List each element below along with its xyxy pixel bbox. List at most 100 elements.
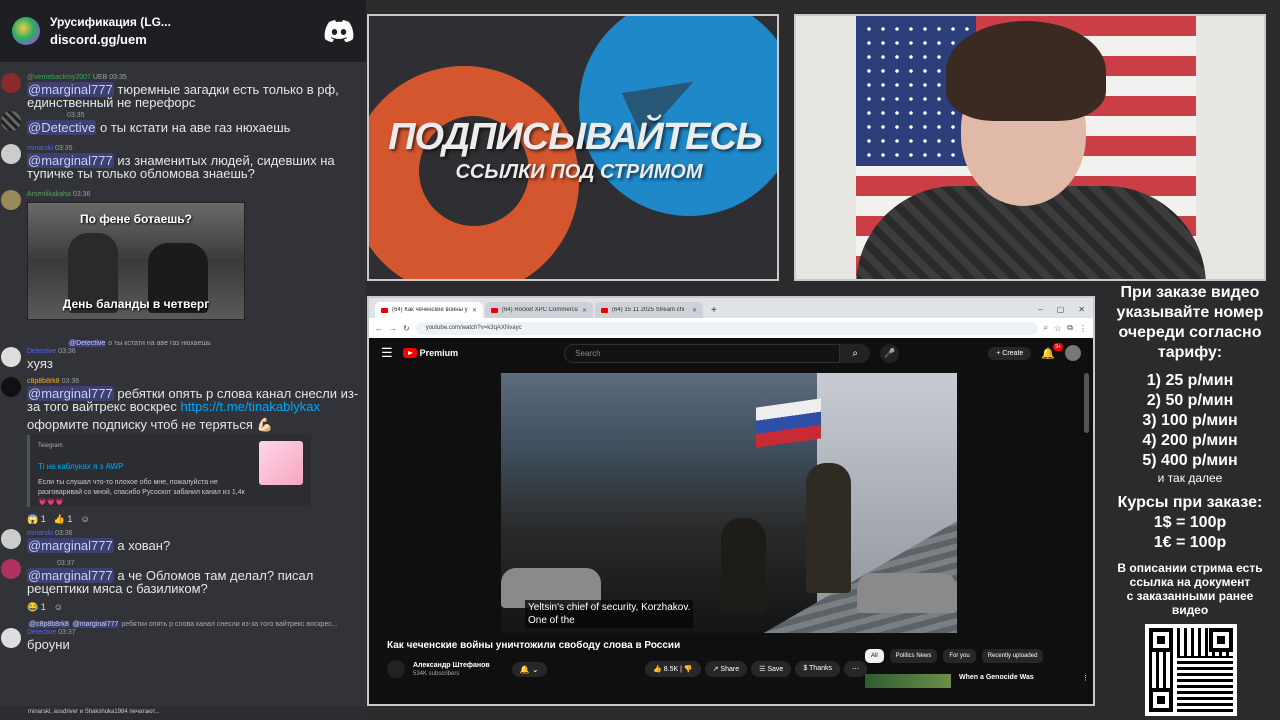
pricing-tier: 1) 25 р/мин — [1146, 372, 1234, 389]
reply-preview[interactable]: @Detective о ты кстати на аве газ нюхаеш… — [0, 340, 366, 347]
account-avatar[interactable] — [1065, 345, 1081, 361]
note-line: с заказанными ранее — [1126, 589, 1254, 603]
chip-politics-news[interactable]: Politics News — [889, 649, 938, 663]
reply-preview[interactable]: @c8p8b8rk8 @marginal777 ребятки опять р … — [0, 621, 366, 628]
username[interactable]: c8p8b8rk8 — [27, 378, 60, 385]
reaction-button[interactable]: 😱 1 — [27, 513, 46, 526]
add-reaction-icon[interactable]: ☺ — [80, 513, 89, 526]
gif-attachment[interactable]: По фене ботаешь? День баланды в четверг — [27, 202, 245, 320]
browser-tab[interactable]: (64) 15 11 2025 Stream chi ✕ — [595, 302, 703, 318]
subscribed-bell-button[interactable]: 🔔 ⌄ — [511, 661, 547, 677]
reply-mention[interactable]: @marginal777 — [71, 621, 120, 628]
user-badge: UEB — [92, 74, 108, 81]
avatar — [1, 529, 21, 549]
username[interactable]: Detective — [27, 629, 56, 636]
browser-tab[interactable]: (64) Rocket XPC Commercial ✕ — [485, 302, 593, 318]
video-player[interactable]: Yeltsin's chief of security, Korzhakov. … — [501, 373, 957, 633]
subscriber-count: 534K subscribers — [413, 670, 460, 677]
recommendation-chips: All Politics News For you Recently uploa… — [865, 649, 1044, 663]
telegram-link[interactable]: https://t.me/tinakablykax — [181, 399, 320, 414]
window-close-icon[interactable]: ✕ — [1078, 305, 1085, 314]
reactions: 😱 1 👍 1 ☺ — [27, 513, 362, 526]
username[interactable]: Detective — [27, 348, 56, 355]
chip-for-you[interactable]: For you — [943, 649, 976, 663]
qr-code — [1145, 624, 1237, 716]
thanks-label: Thanks — [809, 665, 832, 672]
username[interactable]: minarski — [27, 530, 53, 537]
timestamp: 03:36 — [72, 191, 91, 198]
chat-message: 03:37 @marginal777 а че Обломов там дела… — [0, 559, 366, 621]
back-icon[interactable]: ← — [375, 324, 383, 333]
username[interactable]: minarski — [27, 145, 53, 152]
reload-icon[interactable]: ↻ — [403, 324, 410, 333]
link-embed[interactable]: Telegram Ti на каблуках я з AWP Если ты … — [27, 435, 311, 507]
promo-headline: ПОДПИСЫВАЙТЕСЬ — [388, 116, 763, 158]
like-button[interactable]: 👍 8.5K | 👎 — [645, 661, 701, 677]
discord-banner: Урусификация (LG... discord.gg/uem — [0, 0, 366, 62]
chip-all[interactable]: All — [865, 649, 884, 663]
mention[interactable]: @marginal777 — [27, 538, 114, 553]
username[interactable]: @vemebackmy2007 — [27, 74, 91, 81]
username[interactable]: Arsenlikakaha — [27, 191, 71, 198]
pricing-tier: 3) 100 р/мин — [1142, 412, 1238, 429]
avatar — [1, 144, 21, 164]
microphone-icon[interactable]: 🎤 — [880, 343, 900, 363]
server-invite: discord.gg/uem — [50, 32, 147, 47]
chip-recently-uploaded[interactable]: Recently uploaded — [981, 649, 1044, 663]
save-button[interactable]: ☰ Save — [751, 661, 792, 677]
menu-dots-icon[interactable]: ⋮ — [1079, 324, 1087, 333]
menu-icon[interactable]: ☰ — [381, 345, 393, 361]
server-logo — [12, 17, 40, 45]
youtube-play-icon — [402, 348, 417, 358]
reaction-button[interactable]: 👍 1 — [54, 513, 73, 526]
reaction-button[interactable]: 😂 1 — [27, 601, 46, 614]
close-icon[interactable]: ✕ — [582, 307, 587, 314]
forward-icon[interactable]: → — [389, 324, 397, 333]
scrollbar[interactable] — [1084, 373, 1089, 433]
avatar — [1, 559, 21, 579]
channel-name[interactable]: Александр Штефанов — [413, 662, 490, 669]
search-input[interactable]: Search — [564, 343, 841, 363]
close-icon[interactable]: ✕ — [692, 307, 697, 314]
chat-message: minarski 03:36 @marginal777 а хован? — [0, 529, 366, 559]
pricing-panel: При заказе видео указывайте номер очеред… — [1100, 283, 1280, 617]
thanks-button[interactable]: $ Thanks — [795, 661, 840, 677]
share-label: Share — [720, 666, 740, 673]
new-tab-button[interactable]: + — [705, 305, 723, 318]
share-button[interactable]: ↗ Share — [704, 661, 748, 677]
search-icon[interactable]: ⌕ — [840, 343, 871, 363]
reactions: 😂 1 ☺ — [27, 601, 362, 614]
channel-avatar[interactable] — [387, 660, 405, 678]
pricing-intro-line: тарифу: — [1157, 344, 1223, 361]
browser-tab[interactable]: (64) Как чеченские войны у ✕ — [375, 302, 483, 318]
like-count: 8.5K — [663, 666, 679, 673]
reply-mention[interactable]: @c8p8b8rk8 — [28, 621, 70, 628]
video-title: Как чеченские войны уничтожили свободу с… — [387, 640, 681, 651]
notification-badge: 9+ — [1053, 342, 1063, 351]
suggested-video[interactable]: When a Genocide Was ⋮ — [865, 674, 1089, 692]
close-icon[interactable]: ✕ — [472, 307, 477, 314]
youtube-logo[interactable]: Premium — [402, 348, 458, 358]
more-actions-icon[interactable]: ⋯ — [844, 661, 867, 677]
add-reaction-icon[interactable]: ☺ — [54, 601, 63, 614]
zoom-icon[interactable]: ⌕ — [1044, 323, 1048, 333]
create-button[interactable]: + Create — [988, 346, 1032, 360]
bookmark-star-icon[interactable]: ☆ — [1054, 324, 1061, 333]
russian-flag — [756, 398, 821, 448]
notifications-icon[interactable]: 🔔 9+ — [1041, 342, 1063, 360]
minimize-icon[interactable]: – — [1038, 305, 1042, 314]
more-options-icon[interactable]: ⋮ — [1082, 674, 1089, 692]
mention[interactable]: @Detective — [27, 120, 97, 135]
url-field[interactable]: youtube.com/watch?v=k3qAXNvayc — [415, 321, 1038, 335]
timestamp: 03:36 — [61, 378, 80, 385]
maximize-icon[interactable]: ▢ — [1057, 305, 1065, 314]
timestamp: 03:35 — [55, 145, 73, 152]
avatar — [1, 347, 21, 367]
extensions-icon[interactable]: ⧉ — [1067, 323, 1073, 333]
pricing-tier: 4) 200 р/мин — [1142, 432, 1238, 449]
tab-bar: (64) Как чеченские войны у ✕ (64) Rocket … — [369, 298, 1093, 318]
reply-mention[interactable]: @Detective — [68, 340, 107, 347]
reply-text: ребятки опять р слова канал снесли из-за… — [121, 621, 338, 628]
message-text: оформите подписку чтоб не теряться 💪🏻 — [27, 417, 273, 432]
pricing-tier: 2) 50 р/мин — [1146, 392, 1234, 409]
